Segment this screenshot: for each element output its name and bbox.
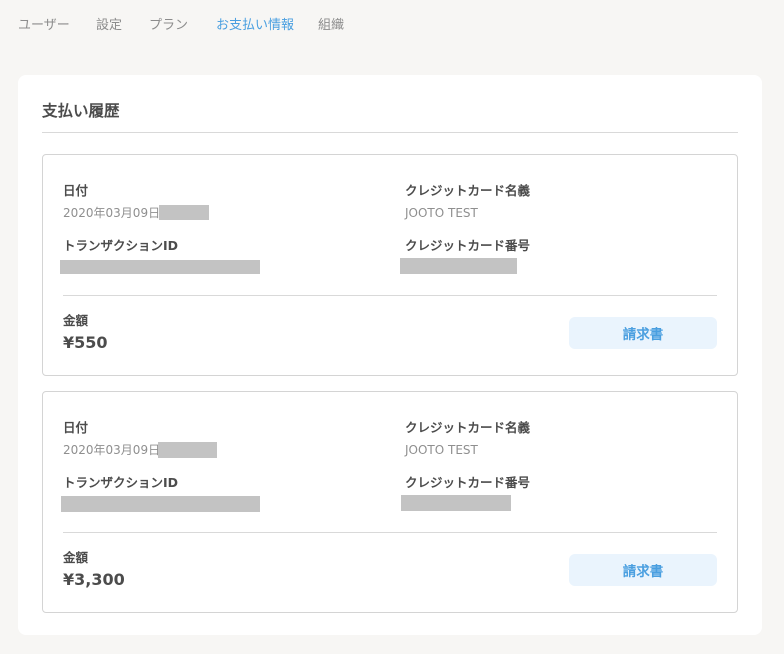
date-value: 2020年03月09日 — [63, 443, 161, 457]
tab-payment-info[interactable]: お支払い情報 — [216, 17, 294, 35]
tab-plan[interactable]: プラン — [149, 17, 188, 35]
tab-organization[interactable]: 組織 — [318, 17, 344, 35]
card-divider — [63, 532, 717, 533]
invoice-button[interactable]: 請求書 — [569, 317, 717, 349]
payment-record-card: 日付 2020年03月09日 クレジットカード名義 JOOTO TEST トラン… — [42, 391, 738, 613]
date-label: 日付 — [63, 183, 89, 198]
card-number-label: クレジットカード番号 — [405, 238, 531, 253]
card-divider — [63, 295, 717, 296]
card-holder-value: JOOTO TEST — [405, 443, 478, 457]
amount-value: ¥3,300 — [63, 570, 125, 589]
redacted-transaction-id — [60, 260, 260, 274]
transaction-id-label: トランザクションID — [63, 475, 179, 490]
invoice-button[interactable]: 請求書 — [569, 554, 717, 586]
redacted-transaction-id — [61, 496, 260, 512]
card-holder-label: クレジットカード名義 — [405, 183, 531, 198]
redacted-time — [159, 205, 209, 220]
card-holder-label: クレジットカード名義 — [405, 420, 531, 435]
redacted-card-number — [400, 258, 517, 274]
tab-users[interactable]: ユーザー — [18, 17, 70, 35]
tab-settings[interactable]: 設定 — [96, 17, 122, 35]
payment-record-card: 日付 2020年03月09日 クレジットカード名義 JOOTO TEST トラン… — [42, 154, 738, 376]
redacted-time — [158, 442, 217, 458]
transaction-id-label: トランザクションID — [63, 238, 179, 253]
card-number-label: クレジットカード番号 — [405, 475, 531, 490]
date-value: 2020年03月09日 — [63, 206, 161, 220]
card-holder-value: JOOTO TEST — [405, 206, 478, 220]
amount-value: ¥550 — [63, 333, 108, 352]
title-divider — [42, 132, 738, 133]
amount-label: 金額 — [63, 313, 89, 328]
amount-label: 金額 — [63, 550, 89, 565]
panel-title: 支払い履歴 — [42, 102, 120, 120]
date-label: 日付 — [63, 420, 89, 435]
redacted-card-number — [401, 495, 511, 511]
